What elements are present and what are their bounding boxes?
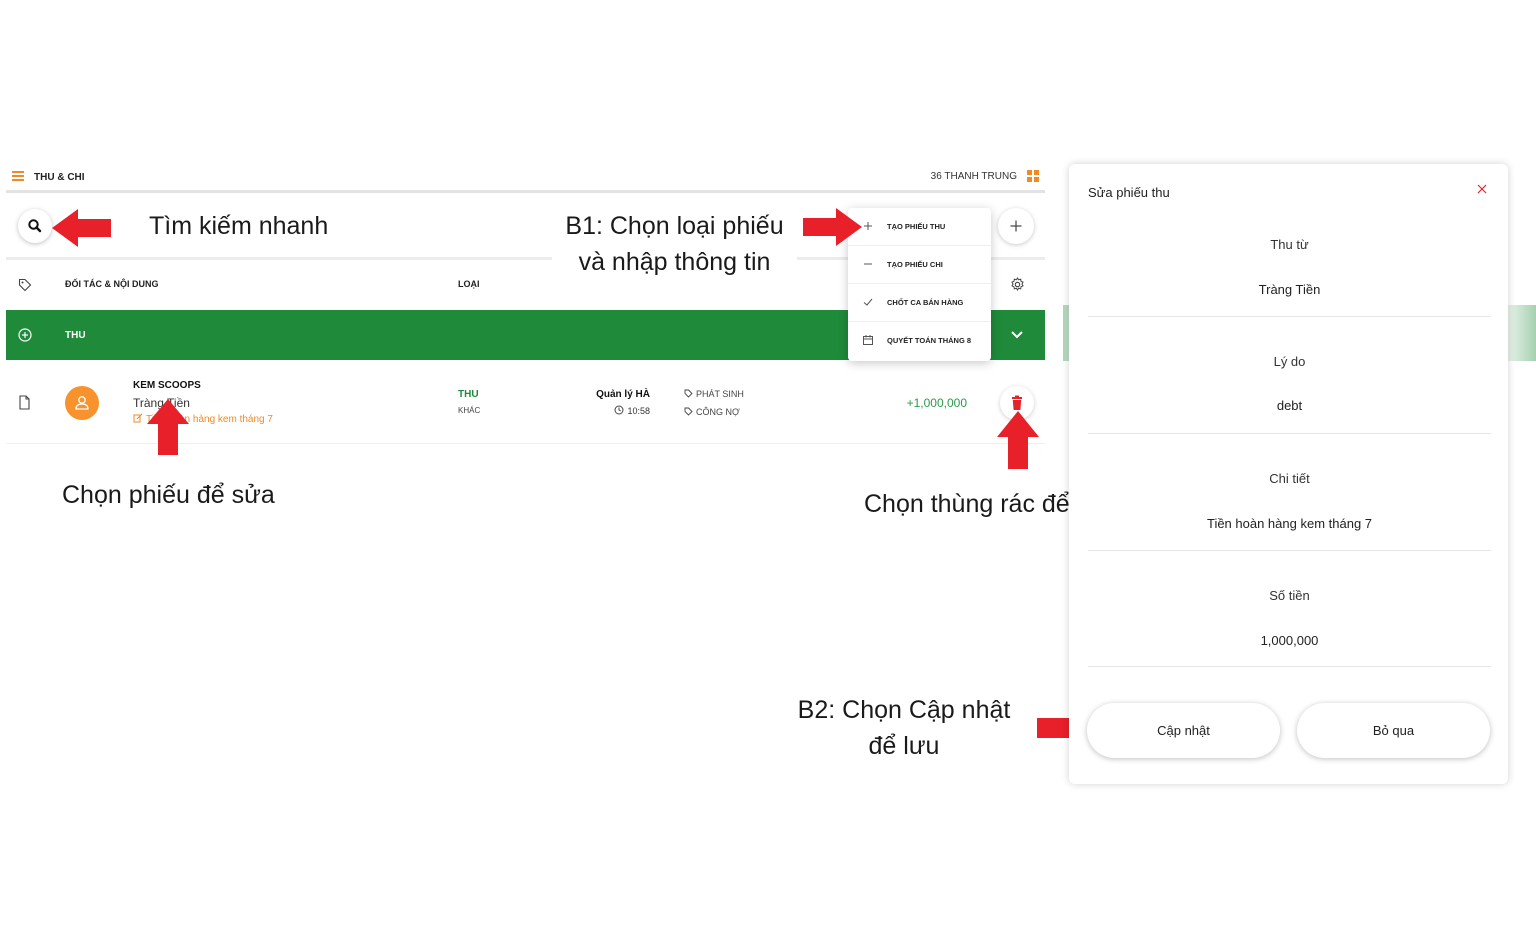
close-icon[interactable] [1476, 183, 1488, 195]
arrow-left-icon [52, 209, 111, 247]
annotation-b2: B2: Chọn Cập nhật để lưu [790, 692, 1018, 764]
row-time: 10:58 [560, 405, 650, 416]
field-value-detail[interactable]: Tiền hoàn hàng kem tháng 7 [1088, 516, 1491, 531]
tag-text: CÔNG NỢ [696, 407, 740, 417]
divider [1088, 433, 1491, 434]
document-icon [19, 395, 30, 410]
menu-item-create-payment[interactable]: TẠO PHIẾU CHI [848, 246, 991, 284]
clock-icon [614, 405, 624, 415]
menu-item-create-receipt[interactable]: TẠO PHIẾU THU [848, 208, 991, 246]
menu-icon[interactable] [12, 171, 24, 181]
time-text: 10:58 [627, 406, 650, 416]
tag-icon [684, 389, 693, 398]
edit-receipt-panel: Sửa phiếu thu Thu từ Tràng Tiền Lý do de… [1069, 164, 1508, 784]
annotation-b1-line1: B1: Chọn loại phiếu [565, 212, 784, 240]
tag-text: PHÁT SINH [696, 389, 744, 399]
row-manager: Quản lý HÀ [596, 389, 650, 400]
add-button[interactable] [998, 208, 1034, 244]
arrow-right-icon [803, 208, 862, 246]
annotation-b1: B1: Chọn loại phiếu và nhập thông tin [552, 208, 797, 282]
field-value-reason[interactable]: debt [1088, 398, 1491, 413]
field-value-source[interactable]: Tràng Tiền [1088, 282, 1491, 297]
user-icon [75, 396, 89, 410]
arrow-up-icon [147, 399, 189, 455]
row-type: THU [458, 389, 479, 400]
settings-icon[interactable] [1010, 277, 1025, 292]
cancel-button[interactable]: Bỏ qua [1297, 703, 1490, 758]
field-label-reason: Lý do [1273, 354, 1306, 369]
field-value-amount[interactable]: 1,000,000 [1088, 633, 1491, 648]
arrow-up-icon [997, 411, 1039, 469]
row-subtype: KHÁC [458, 406, 481, 415]
chevron-down-icon[interactable] [1010, 329, 1024, 341]
tag-icon [18, 278, 32, 292]
field-label-amount: Số tiền [1269, 588, 1310, 603]
column-header-type[interactable]: LOẠI [458, 279, 480, 289]
menu-item-close-shift[interactable]: CHỐT CA BÁN HÀNG [848, 284, 991, 322]
plus-icon [1010, 220, 1022, 232]
menu-item-label: TẠO PHIẾU THU [887, 222, 946, 231]
update-button[interactable]: Cập nhật [1087, 703, 1280, 758]
group-label: THU [65, 330, 86, 341]
annotation-select-edit: Chọn phiếu để sửa [62, 477, 275, 513]
field-label-source: Thu từ [1270, 237, 1309, 252]
search-button[interactable] [18, 209, 52, 243]
tag-phat-sinh: PHÁT SINH [684, 389, 744, 399]
row-amount: +1,000,000 [906, 396, 967, 410]
apps-grid-icon[interactable] [1027, 170, 1039, 182]
menu-item-label: TẠO PHIẾU CHI [887, 260, 943, 269]
column-header-partner[interactable]: ĐỐI TÁC & NỘI DUNG [65, 279, 159, 289]
annotation-b2-line1: B2: Chọn Cập nhật [797, 696, 1011, 724]
edit-icon [133, 413, 143, 423]
tag-cong-no: CÔNG NỢ [684, 407, 740, 417]
menu-item-label: QUYẾT TOÁN THÁNG 8 [887, 336, 972, 345]
minus-icon [864, 263, 872, 265]
divider [1088, 550, 1491, 551]
plus-circle-icon[interactable] [18, 328, 32, 342]
check-icon [863, 298, 873, 306]
divider [1088, 316, 1491, 317]
search-icon [28, 219, 42, 233]
annotation-search: Tìm kiếm nhanh [122, 208, 360, 246]
annotation-b2-line2: để lưu [868, 732, 940, 760]
menu-item-label: CHỐT CA BÁN HÀNG [887, 298, 964, 307]
partner-name: KEM SCOOPS [133, 380, 201, 391]
calendar-icon [863, 335, 873, 345]
menu-item-month-settlement[interactable]: QUYẾT TOÁN THÁNG 8 [848, 322, 991, 360]
avatar [65, 386, 99, 420]
annotation-b1-line2: và nhập thông tin [578, 248, 771, 276]
tag-icon [684, 407, 693, 416]
page-title: THU & CHI [34, 172, 85, 183]
divider [1088, 666, 1491, 667]
top-bar: THU & CHI 36 THANH TRUNG [6, 163, 1045, 193]
panel-title: Sửa phiếu thu [1088, 185, 1170, 200]
create-menu: TẠO PHIẾU THU TẠO PHIẾU CHI CHỐT CA BÁN … [848, 208, 991, 361]
field-label-detail: Chi tiết [1269, 471, 1310, 486]
store-name[interactable]: 36 THANH TRUNG [931, 171, 1017, 182]
